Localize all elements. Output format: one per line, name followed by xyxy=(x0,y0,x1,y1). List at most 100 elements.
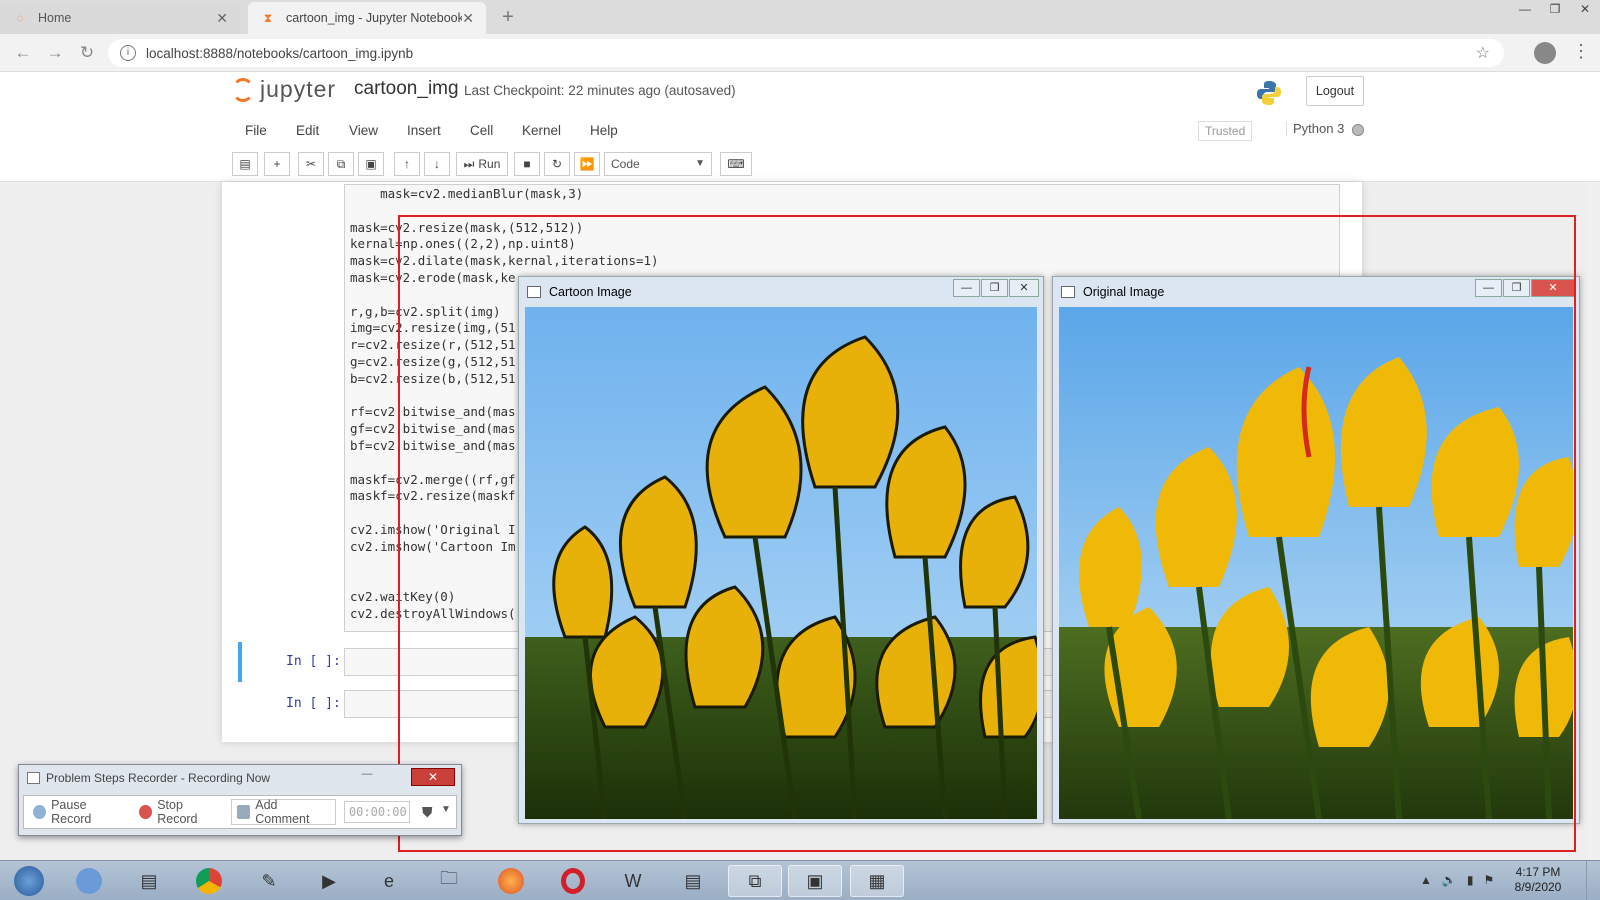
cell-prompt: In [ ]: xyxy=(286,696,341,711)
jupyter-logo-text: jupyter xyxy=(260,76,337,102)
menu-view[interactable]: View xyxy=(349,123,378,138)
tray-expand-icon[interactable]: ▲ xyxy=(1420,873,1432,887)
pause-label: Pause Record xyxy=(51,798,92,826)
flag-icon[interactable]: ⚑ xyxy=(1483,873,1494,887)
restart-icon[interactable]: ↻ xyxy=(544,152,570,176)
stop-icon[interactable]: ■ xyxy=(514,152,540,176)
shield-icon[interactable]: ⛊ xyxy=(422,804,437,820)
python-app-icon[interactable]: ⧉ xyxy=(728,865,782,897)
move-up-icon[interactable]: ↑ xyxy=(394,152,420,176)
firefox-icon[interactable] xyxy=(484,865,538,897)
code-line: mask=cv2.medianBlur(mask,3) xyxy=(350,186,584,201)
reload-icon[interactable]: ↻ xyxy=(76,42,98,64)
tab-home[interactable]: ◌ Home ✕ xyxy=(0,2,240,34)
stop-record-button[interactable]: Stop Record xyxy=(134,798,227,826)
chevron-down-icon[interactable]: ▼ xyxy=(441,804,456,820)
cell-prompt: In [ ]: xyxy=(286,654,341,669)
menu-help[interactable]: Help xyxy=(590,123,618,138)
menu-bar: File Edit View Insert Cell Kernel Help T… xyxy=(0,114,1600,148)
opera-icon[interactable] xyxy=(546,865,600,897)
internet-explorer-icon[interactable]: e xyxy=(362,865,416,897)
keyboard-icon[interactable]: ⌨ xyxy=(720,152,752,176)
close-icon[interactable]: ✕ xyxy=(216,10,228,27)
minimize-icon[interactable]: — xyxy=(355,768,379,786)
menu-kebab-icon[interactable]: ⋮ xyxy=(1572,41,1590,62)
close-icon[interactable]: ✕ xyxy=(462,10,474,27)
new-tab-button[interactable]: + xyxy=(496,6,520,29)
jupyter-logo-icon xyxy=(232,77,254,102)
move-down-icon[interactable]: ↓ xyxy=(424,152,450,176)
cut-icon[interactable]: ✂ xyxy=(298,152,324,176)
fast-forward-icon[interactable]: ⏩ xyxy=(574,152,600,176)
menu-edit[interactable]: Edit xyxy=(296,123,319,138)
paste-icon[interactable]: ▣ xyxy=(358,152,384,176)
recording-highlight-box xyxy=(398,215,1576,852)
maximize-icon[interactable]: ❐ xyxy=(1540,0,1570,18)
document-icon[interactable]: ▤ xyxy=(666,865,720,897)
copy-icon[interactable]: ⧉ xyxy=(328,152,354,176)
comment-icon xyxy=(237,805,251,819)
back-arrow-icon[interactable]: ← xyxy=(12,42,34,64)
menu-cell[interactable]: Cell xyxy=(470,123,493,138)
file-explorer-icon[interactable]: 🗀 xyxy=(422,865,476,897)
add-cell-icon[interactable]: + xyxy=(264,152,290,176)
stop-label: Stop Record xyxy=(157,798,198,826)
close-icon[interactable]: ✕ xyxy=(1570,0,1600,18)
minimize-icon[interactable]: — xyxy=(1510,0,1540,18)
psr-titlebar[interactable]: Problem Steps Recorder - Recording Now xyxy=(27,771,270,785)
run-icon: ⏭ xyxy=(463,156,475,171)
pause-record-button[interactable]: Pause Record xyxy=(28,798,130,826)
stop-icon xyxy=(139,805,153,819)
cell-type-select[interactable]: Code ▼ xyxy=(604,152,712,176)
chromium-icon[interactable] xyxy=(62,865,116,897)
cell-type-value: Code xyxy=(611,157,640,171)
psr-controls: Pause Record Stop Record Add Comment 00:… xyxy=(23,795,457,829)
steps-recorder-icon[interactable]: ▦ xyxy=(850,865,904,897)
logout-button[interactable]: Logout xyxy=(1306,76,1364,106)
paint-icon[interactable]: ✎ xyxy=(242,865,296,897)
add-comment-button[interactable]: Add Comment xyxy=(231,798,336,826)
jupyter-logo[interactable]: jupyter xyxy=(232,76,336,103)
psr-title: Problem Steps Recorder - Recording Now xyxy=(46,771,271,785)
problem-steps-recorder-window[interactable]: Problem Steps Recorder - Recording Now —… xyxy=(18,764,462,836)
opencv-window-icon[interactable]: ▣ xyxy=(788,865,842,897)
checkpoint-status: Last Checkpoint: 22 minutes ago (autosav… xyxy=(464,83,736,98)
start-button-icon[interactable] xyxy=(2,865,56,897)
menu-kernel[interactable]: Kernel xyxy=(522,123,561,138)
hourglass-icon: ⧗ xyxy=(263,10,273,25)
close-icon[interactable]: ✕ xyxy=(411,768,455,786)
notebook-title[interactable]: cartoon_img xyxy=(354,78,459,100)
trusted-badge[interactable]: Trusted xyxy=(1198,121,1253,141)
volume-icon[interactable]: 🔈 xyxy=(1442,873,1457,887)
menu-insert[interactable]: Insert xyxy=(407,123,441,138)
taskbar-clock[interactable]: 4:17 PM 8/9/2020 xyxy=(1506,865,1570,895)
python-logo-icon xyxy=(1257,81,1281,105)
url-input[interactable]: i localhost:8888/notebooks/cartoon_img.i… xyxy=(108,39,1504,67)
kernel-status-icon xyxy=(1352,124,1364,136)
star-icon[interactable]: ☆ xyxy=(1476,43,1490,63)
run-button[interactable]: ⏭ Run xyxy=(456,152,508,176)
selected-cell-indicator xyxy=(238,642,242,682)
window-icon xyxy=(27,772,40,784)
address-bar: ← → ↻ i localhost:8888/notebooks/cartoon… xyxy=(0,34,1600,72)
windows-taskbar: ▤ ✎ ▶ e 🗀 W ▤ ⧉ ▣ ▦ ▲ 🔈 ▮ ⚑ 4:17 PM 8/9/… xyxy=(0,860,1600,900)
run-label: Run xyxy=(478,157,501,171)
url-text: localhost:8888/notebooks/cartoon_img.ipy… xyxy=(146,45,414,61)
network-icon[interactable]: ▮ xyxy=(1467,873,1474,887)
tab-label: cartoon_img - Jupyter Notebook xyxy=(286,11,463,25)
notepad-icon[interactable]: ▤ xyxy=(122,865,176,897)
word-icon[interactable]: W xyxy=(606,865,660,897)
menu-file[interactable]: File xyxy=(245,123,267,138)
chrome-icon[interactable] xyxy=(182,865,236,897)
page-scrollbar[interactable] xyxy=(1588,182,1600,860)
jupyter-header: jupyter cartoon_img Last Checkpoint: 22 … xyxy=(0,72,1600,114)
account-avatar-icon[interactable] xyxy=(1534,42,1556,64)
info-icon[interactable]: i xyxy=(120,45,136,61)
save-icon[interactable]: ▤ xyxy=(232,152,258,176)
notebook-toolbar: ▤ + ✂ ⧉ ▣ ↑ ↓ ⏭ Run ■ ↻ ⏩ Code ▼ ⌨ xyxy=(0,148,1600,182)
media-player-icon[interactable]: ▶ xyxy=(302,865,356,897)
forward-arrow-icon[interactable]: → xyxy=(44,42,66,64)
show-desktop-button[interactable] xyxy=(1586,861,1600,900)
kernel-name: Python 3 xyxy=(1286,121,1344,136)
tab-notebook[interactable]: ⧗ cartoon_img - Jupyter Notebook ✕ xyxy=(248,2,486,34)
